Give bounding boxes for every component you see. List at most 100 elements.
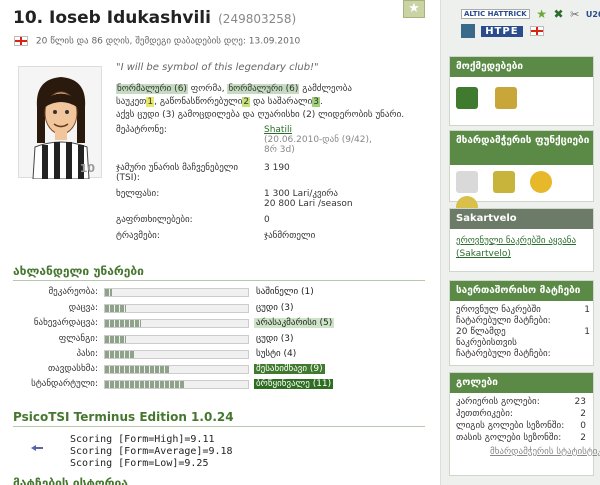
skill-value: საშინელი (1)	[256, 287, 314, 297]
tsi-label-line: (TSI):	[116, 173, 140, 183]
skill-row: მეკარეობა: საშინელი (1)	[20, 287, 430, 298]
skill-value: არასაკმარისი (5)	[254, 318, 335, 328]
owner-detail: (20.06.2010-დან (9/42),	[264, 135, 372, 145]
page-title: 10. Ioseb Idukashvili (249803258)	[13, 8, 296, 28]
experience-leadership-text: აქვს ცუდი (3) გამოცდილება და ღუარისხი (2…	[116, 110, 405, 120]
desc-text: , გაწონასწორებული	[154, 97, 243, 107]
goals-title: გოლები	[450, 373, 593, 393]
intl-value: 1	[584, 305, 590, 315]
skill-bar-fill	[105, 351, 134, 358]
grid-icon[interactable]	[461, 24, 475, 38]
skill-bar-fill	[105, 366, 170, 373]
owner-value: Shatili (20.06.2010-დან (9/42), 8რ 3d)	[264, 125, 372, 155]
goals-row: ლიგის გოლები სეზონში: 0	[456, 421, 586, 431]
psico-score-average: Scoring [Form=Average]=9.18	[70, 446, 233, 457]
goals-row: ჰეთთრიკები: 2	[456, 409, 586, 419]
skill-bar-fill	[105, 381, 184, 388]
goals-panel: გოლები კარიერის გოლები: 23 ჰეთთრიკები: 2…	[449, 372, 600, 476]
salary-value: 1 300 Lari/კვირა 20 800 Lari /season	[264, 189, 353, 209]
u20-badge[interactable]: U20	[586, 10, 600, 19]
goals-stats-link-row: მხარდამჭერის სტატისტიკა	[490, 447, 600, 457]
skill-bar	[104, 350, 249, 359]
goals-value: 2	[580, 409, 586, 419]
section-divider	[13, 426, 425, 427]
history-title: მატჩების ისტორია	[13, 476, 128, 485]
skill-value: ცუდი (3)	[254, 303, 296, 313]
skill-label: ნახევარდაცვა:	[33, 318, 98, 328]
goals-body: კარიერის გოლები: 23 ჰეთთრიკები: 2 ლიგის …	[450, 393, 600, 473]
hattrick-badge[interactable]: ALTIC HATTRICK	[461, 9, 530, 19]
skill-bar-fill	[105, 289, 113, 296]
injury-label: ტრავმები:	[116, 231, 160, 241]
psico-score-low: Scoring [Form=Low]=9.25	[70, 458, 209, 469]
player-subtitle: 20 წლის და 86 დღის, შემდეგი დაბადების დღ…	[14, 36, 300, 47]
skill-label: დაცვა:	[68, 303, 98, 313]
skill-value: ცუდი (3)	[254, 334, 296, 344]
link-arrows-icon[interactable]	[30, 443, 44, 453]
skill-label: მეკარეობა:	[48, 287, 98, 297]
supporter-stats-link[interactable]: მხარდამჭერის სტატისტიკა	[490, 447, 600, 457]
goals-label: ლიგის გოლები სეზონში:	[456, 421, 565, 431]
cross-icon[interactable]: ✖	[554, 7, 564, 21]
warnings-label: გაფრთხილებები:	[116, 215, 193, 225]
htpe-button[interactable]: HTPE	[481, 26, 523, 37]
player-name: 10. Ioseb Idukashvili	[13, 8, 211, 28]
country-title: Sakartvelo	[450, 209, 593, 229]
intl-row: ეროვნულ ნაკრებში ჩატარებული მატჩები: 1	[456, 305, 590, 327]
national-team-link[interactable]: ეროვნული ნაკრებში აყვანა (Sakartvelo)	[456, 236, 576, 259]
stamina-level: ნორმალური (6)	[227, 84, 300, 94]
skills-section-title: ახლანდელი უნარები	[13, 264, 144, 278]
skill-label: ფლანგი:	[58, 334, 98, 344]
international-title: საერთაშორისო მატჩები	[450, 281, 593, 301]
tsi-label-line: ჯამური უნარის მაჩვენებელი	[116, 163, 239, 173]
star-icon[interactable]: ★	[403, 0, 425, 18]
tsi-label: ჯამური უნარის მაჩვენებელი (TSI):	[116, 163, 256, 183]
goals-label: ჰეთთრიკები:	[456, 409, 513, 419]
goals-row: კარიერის გოლები: 23	[456, 397, 586, 407]
sidebar: ALTIC HATTRICK ★ ✖ ✂ U20 ◎ ⚑ HTPE მოქმედ…	[440, 0, 600, 485]
skill-row: სტანდარტული: ბრწყინვალე (11)	[20, 379, 430, 390]
skill-value: შესანიშნავი (9)	[254, 364, 325, 374]
goals-value: 0	[580, 421, 586, 431]
skill-label: თავდასხმა:	[47, 364, 98, 374]
crown-icon[interactable]	[456, 171, 478, 193]
shirt-icon[interactable]	[492, 171, 515, 193]
skill-bar	[104, 288, 249, 297]
goals-value: 2	[580, 433, 586, 443]
warnings-value: 0	[264, 215, 270, 225]
skill-value: სუსტი (4)	[254, 349, 299, 359]
trait-level: 3	[312, 97, 320, 107]
star-icon[interactable]: ★	[536, 7, 547, 21]
actions-body	[450, 77, 593, 118]
form-level: ნორმალური (6)	[116, 84, 188, 94]
transfer-exit-icon[interactable]	[456, 87, 478, 109]
skill-row: თავდასხმა: შესანიშნავი (9)	[20, 364, 430, 375]
intl-label: ეროვნულ ნაკრებში ჩატარებული მატჩები:	[456, 305, 551, 326]
country-panel: Sakartvelo ეროვნული ნაკრებში აყვანა (Sak…	[449, 208, 594, 272]
desc-text: და საშარალი	[250, 97, 313, 107]
main-content: ★ 10. Ioseb Idukashvili (249803258) 20 წ…	[0, 0, 440, 485]
desc-text: გამძლეობა	[299, 84, 352, 94]
intl-label: 20 წლამდე ნაკრებისთვის ჩატარებული მატჩებ…	[456, 327, 551, 359]
money-icon[interactable]	[494, 87, 517, 109]
supporter-title: მხარდამჭერის ფუნქციები	[450, 131, 593, 165]
international-body: ეროვნულ ნაკრებში ჩატარებული მატჩები: 1 2…	[450, 301, 593, 361]
sidebar-top-icons: ALTIC HATTRICK ★ ✖ ✂ U20 ◎ ⚑	[461, 7, 600, 21]
psico-title: PsicoTSI Terminus Edition 1.0.24	[13, 410, 234, 424]
tools-icon[interactable]: ✂	[570, 8, 579, 21]
ball-icon[interactable]	[529, 171, 552, 193]
skill-bar	[104, 380, 249, 389]
intl-row: 20 წლამდე ნაკრებისთვის ჩატარებული მატჩებ…	[456, 327, 590, 360]
georgia-flag-icon[interactable]	[529, 26, 544, 36]
salary-season: 20 800 Lari /season	[264, 199, 353, 209]
tsi-value: 3 190	[264, 163, 290, 173]
skill-bar-fill	[105, 336, 127, 343]
trait-level: 2	[242, 97, 251, 107]
desc-text: .	[320, 97, 323, 107]
desc-text: ფორმა,	[187, 84, 228, 94]
skill-row: ფლანგი: ცუდი (3)	[20, 334, 430, 345]
actions-panel: მოქმედებები	[449, 56, 594, 126]
psico-score-high: Scoring [Form=High]=9.11	[70, 434, 215, 445]
georgia-flag-icon	[14, 36, 28, 46]
owner-link[interactable]: Shatili	[264, 125, 292, 135]
